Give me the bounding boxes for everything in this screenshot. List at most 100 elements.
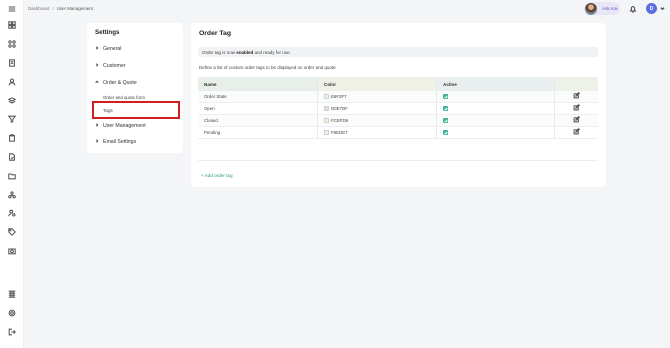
settings-item-user-management[interactable]: User Management xyxy=(95,123,146,129)
table-row: Closed FCEFD6 xyxy=(198,115,598,127)
top-bar: Dashboard / User Management Ask Kai D xyxy=(24,0,670,17)
column-header-name: Name xyxy=(198,77,318,91)
settings-subitem-tags[interactable]: Tags xyxy=(103,108,113,113)
icon-rail xyxy=(0,0,24,348)
order-tag-panel: Order Tag Order tag is now enabled and r… xyxy=(191,23,606,187)
info-suffix: and ready for use. xyxy=(253,49,291,55)
settings-item-label: User Management xyxy=(103,123,146,129)
active-checkbox[interactable] xyxy=(443,130,448,135)
color-swatch xyxy=(324,94,329,99)
grid-icon[interactable] xyxy=(7,39,17,49)
table-row: Open D0E7DF xyxy=(198,103,598,115)
color-hex: F8EDE7 xyxy=(331,130,348,135)
settings-item-label: Order & Quote xyxy=(103,80,137,86)
status-info-box: Order tag is now enabled and ready for u… xyxy=(198,47,598,57)
color-swatch xyxy=(324,130,329,135)
settings-subitem-order-quote-form[interactable]: Order and quote form xyxy=(103,95,145,100)
logout-icon[interactable] xyxy=(7,327,17,337)
tag-icon[interactable] xyxy=(7,227,17,237)
active-checkbox[interactable] xyxy=(443,118,448,123)
column-header-actions xyxy=(555,77,598,91)
color-hex: E6F3F7 xyxy=(331,94,347,99)
tag-actions xyxy=(555,91,598,102)
table-row: Pending F8EDE7 xyxy=(198,127,598,139)
color-swatch xyxy=(324,118,329,123)
order-tag-table: Name Color Active Order State E6F3F7 Open D… xyxy=(198,77,598,161)
funnel-icon[interactable] xyxy=(7,114,17,124)
file-icon[interactable] xyxy=(7,152,17,162)
user-name: Ask Kai xyxy=(602,6,618,11)
chevron-right-icon xyxy=(95,139,99,145)
settings-item-customer[interactable]: Customer xyxy=(95,63,126,69)
network-icon[interactable] xyxy=(7,190,17,200)
apps-icon[interactable] xyxy=(7,289,17,299)
add-order-tag-link[interactable]: + Add order tag xyxy=(201,173,233,178)
color-swatch xyxy=(324,106,329,111)
table-footer xyxy=(198,139,598,161)
account-avatar[interactable]: D xyxy=(646,3,657,14)
settings-item-label: General xyxy=(103,46,122,52)
tag-active xyxy=(437,115,555,126)
dashboard-icon[interactable] xyxy=(7,20,17,30)
edit-icon[interactable] xyxy=(573,115,580,123)
tag-name: Order State xyxy=(198,91,318,102)
tag-color: D0E7DF xyxy=(318,103,437,114)
tag-color: F8EDE7 xyxy=(318,127,437,138)
active-checkbox[interactable] xyxy=(443,106,448,111)
breadcrumb: Dashboard / User Management xyxy=(28,6,93,11)
clipboard-icon[interactable] xyxy=(7,133,17,143)
edit-icon[interactable] xyxy=(573,103,580,111)
chevron-up-icon xyxy=(95,80,99,86)
column-header-active: Active xyxy=(437,77,555,91)
tag-name: Pending xyxy=(198,127,318,138)
table-body: Order State E6F3F7 Open D0E7DF Closed FCEFD6 P… xyxy=(198,91,598,139)
tag-name: Closed xyxy=(198,115,318,126)
document-icon[interactable] xyxy=(7,58,17,68)
settings-panel: Settings General Customer Order & Quote … xyxy=(87,23,183,153)
chevron-down-icon[interactable] xyxy=(660,6,665,11)
tag-active xyxy=(437,103,555,114)
chevron-right-icon xyxy=(95,63,99,69)
user-area: Ask Kai D xyxy=(584,2,670,15)
table-row: Order State E6F3F7 xyxy=(198,91,598,103)
edit-icon[interactable] xyxy=(573,127,580,135)
menu-icon[interactable] xyxy=(7,4,17,14)
breadcrumb-current: User Management xyxy=(56,6,93,11)
color-hex: FCEFD6 xyxy=(331,118,349,123)
info-status: enabled xyxy=(236,49,254,55)
tag-actions xyxy=(555,127,598,138)
user-menu-button[interactable]: Ask Kai xyxy=(584,2,620,15)
folder-icon[interactable] xyxy=(7,171,17,181)
breadcrumb-home[interactable]: Dashboard xyxy=(28,6,49,11)
settings-item-label: Email Settings xyxy=(103,139,137,145)
bell-icon[interactable] xyxy=(629,5,637,13)
settings-item-order-quote[interactable]: Order & Quote xyxy=(95,80,137,86)
settings-item-email-settings[interactable]: Email Settings xyxy=(95,139,136,145)
camera-icon[interactable] xyxy=(7,246,17,256)
breadcrumb-separator: / xyxy=(52,6,54,11)
active-checkbox[interactable] xyxy=(443,94,448,99)
tag-actions xyxy=(555,115,598,126)
tag-actions xyxy=(555,103,598,114)
settings-title: Settings xyxy=(95,29,120,36)
tag-color: FCEFD6 xyxy=(318,115,437,126)
chevron-right-icon xyxy=(95,123,99,129)
settings-item-general[interactable]: General xyxy=(95,46,121,52)
layers-icon[interactable] xyxy=(7,96,17,106)
tag-name: Open xyxy=(198,103,318,114)
settings-icon[interactable] xyxy=(7,308,17,318)
avatar xyxy=(585,2,597,15)
edit-icon[interactable] xyxy=(573,91,580,99)
color-hex: D0E7DF xyxy=(331,106,348,111)
user-icon[interactable] xyxy=(7,77,17,87)
page-title: Order Tag xyxy=(199,30,231,37)
table-header: Name Color Active xyxy=(198,77,598,91)
tag-active xyxy=(437,127,555,138)
info-prefix: Order tag is now xyxy=(202,49,237,55)
settings-item-label: Customer xyxy=(103,63,126,69)
chevron-right-icon xyxy=(95,46,99,52)
user-settings-icon[interactable] xyxy=(7,208,17,218)
tag-color: E6F3F7 xyxy=(318,91,437,102)
tag-active xyxy=(437,91,555,102)
description: Define a list of custom order tags to be… xyxy=(199,65,336,70)
